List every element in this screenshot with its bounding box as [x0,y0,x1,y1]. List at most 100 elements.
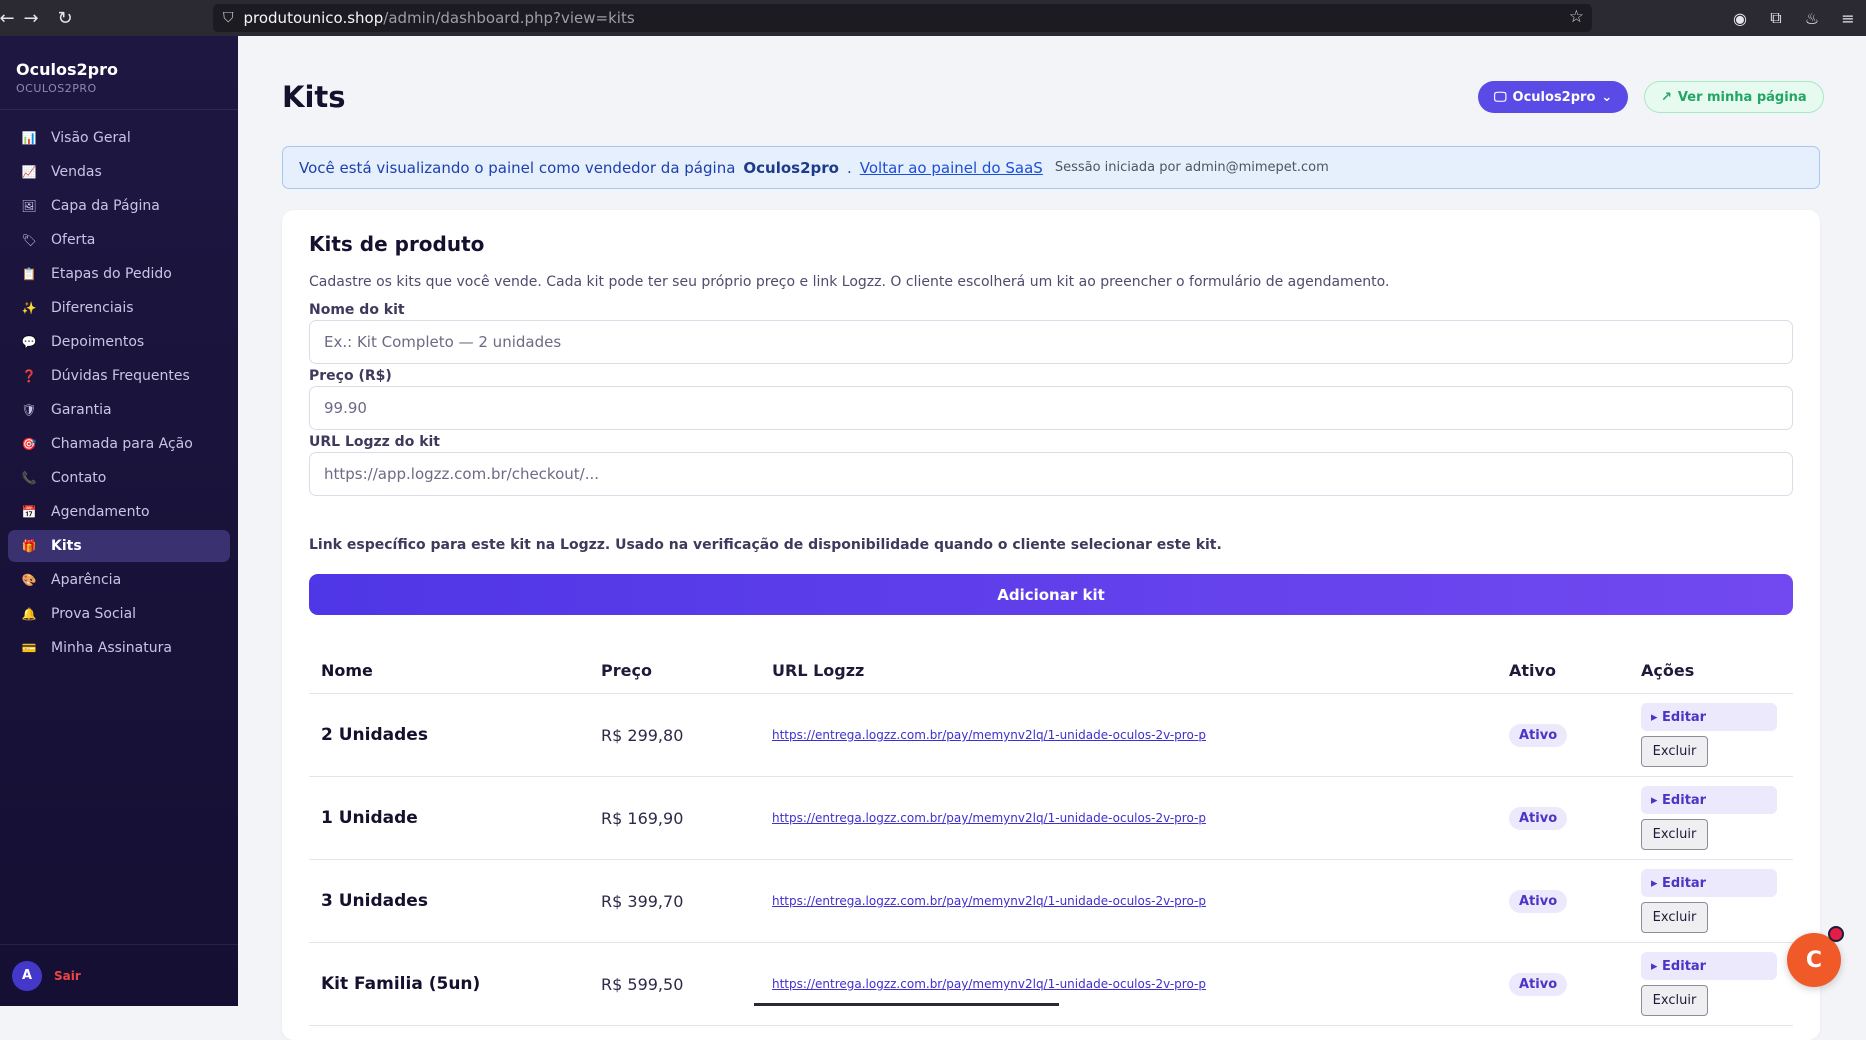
main-content: Kits 🖵 Oculos2pro ⌄ ↗ Ver minha página V… [238,36,1866,1040]
sidebar-item-label: Kits [51,538,82,554]
back-icon[interactable]: ← [0,0,15,36]
target-icon: 🎯 [21,437,37,451]
sidebar-item-label: Etapas do Pedido [51,266,172,282]
sidebar-item-label: Aparência [51,572,122,588]
page-title: Kits [282,80,346,114]
image-icon: 🖼 [21,199,37,213]
header-url: URL Logzz [772,661,865,680]
speech-bubble-icon: 💬 [21,335,37,349]
gift-icon: 🎁 [21,539,37,553]
header-name: Nome [321,661,373,680]
delete-button[interactable]: Excluir [1641,902,1708,933]
sidebar-item-kits[interactable]: 🎁 Kits [8,530,230,562]
table-row: 2 Unidades R$ 299,80 https://entrega.log… [309,694,1793,777]
firefox-view-icon[interactable]: ♨ [1794,9,1830,28]
session-info: Sessão iniciada por admin@mimepet.com [1054,160,1329,175]
shield-icon: 🛡 [21,403,37,417]
kit-price: R$ 169,90 [601,808,684,828]
delete-button[interactable]: Excluir [1641,819,1708,850]
sidebar-item-agendamento[interactable]: 📅 Agendamento [8,496,230,528]
trend-icon: 📈 [21,165,37,179]
sidebar-item-assinatura[interactable]: 💳 Minha Assinatura [8,632,230,664]
kit-url-link[interactable]: https://entrega.logzz.com.br/pay/memynv2… [760,977,1497,991]
card-icon: 💳 [21,641,37,655]
chevron-down-icon: ⌄ [1601,89,1613,105]
forward-icon[interactable]: → [14,0,48,36]
brand-subtitle: OCULOS2PRO [16,82,97,95]
question-icon: ❓ [21,369,37,383]
sidebar-item-diferenciais[interactable]: ✨ Diferenciais [8,292,230,324]
card-title: Kits de produto [309,232,485,256]
sidebar-item-etapas[interactable]: 📋 Etapas do Pedido [8,258,230,290]
sidebar-item-label: Chamada para Ação [51,436,193,452]
status-badge: Ativo [1509,806,1568,830]
sidebar-item-depoimentos[interactable]: 💬 Depoimentos [8,326,230,358]
sidebar-item-garantia[interactable]: 🛡 Garantia [8,394,230,426]
monitor-icon: 🖵 [1494,89,1507,105]
kit-url-link[interactable]: https://entrega.logzz.com.br/pay/memynv2… [760,811,1497,825]
sidebar-item-capa[interactable]: 🖼 Capa da Página [8,190,230,222]
kit-price: R$ 299,80 [601,725,684,745]
logout-link[interactable]: Sair [54,969,81,983]
sidebar-item-label: Diferenciais [51,300,134,316]
delete-button[interactable]: Excluir [1641,985,1708,1016]
kit-price: R$ 599,50 [601,974,684,994]
kit-name-input[interactable]: Ex.: Kit Completo — 2 unidades [309,320,1793,364]
notice-store-name: Oculos2pro [743,158,839,177]
calendar-icon: 📅 [21,505,37,519]
store-selector-button[interactable]: 🖵 Oculos2pro ⌄ [1478,81,1629,113]
view-page-button[interactable]: ↗ Ver minha página [1644,81,1824,113]
edit-button[interactable]: ▸ Editar [1641,869,1777,897]
address-bar[interactable]: ⛉ produtounico.shop/admin/dashboard.php?… [213,4,1592,32]
sidebar-item-label: Vendas [51,164,102,180]
back-to-saas-link[interactable]: Voltar ao painel do SaaS [860,159,1043,177]
sidebar-item-contato[interactable]: 📞 Contato [8,462,230,494]
palette-icon: 🎨 [21,573,37,587]
kits-card: Kits de produto Cadastre os kits que voc… [282,210,1820,1040]
kit-price-label: Preço (R$) [309,368,392,384]
sidebar: Oculos2pro OCULOS2PRO 📊 Visão Geral 📈 Vend… [0,36,238,1006]
edit-button[interactable]: ▸ Editar [1641,703,1777,731]
store-selector-label: Oculos2pro [1512,89,1596,105]
header-actions: Ações [1641,661,1695,680]
kit-price-input[interactable]: 99.90 [309,386,1793,430]
reload-icon[interactable]: ↻ [48,0,82,36]
delete-button[interactable]: Excluir [1641,736,1708,767]
url-path: /admin/dashboard.php?view=kits [383,9,635,27]
kit-url-link[interactable]: https://entrega.logzz.com.br/pay/memynv2… [760,728,1497,742]
table-row: 3 Unidades R$ 399,70 https://entrega.log… [309,860,1793,943]
menu-icon[interactable]: ≡ [1830,9,1866,28]
kit-url-link[interactable]: https://entrega.logzz.com.br/pay/memynv2… [760,894,1497,908]
sidebar-item-aparencia[interactable]: 🎨 Aparência [8,564,230,596]
sidebar-item-chamada[interactable]: 🎯 Chamada para Ação [8,428,230,460]
header-active: Ativo [1509,661,1556,680]
edit-button[interactable]: ▸ Editar [1641,786,1777,814]
sidebar-item-label: Depoimentos [51,334,145,350]
avatar[interactable]: A [12,960,42,991]
sidebar-item-prova-social[interactable]: 🔔 Prova Social [8,598,230,630]
status-badge: Ativo [1509,972,1568,996]
sidebar-item-duvidas[interactable]: ❓ Dúvidas Frequentes [8,360,230,392]
kit-name: Kit Familia (5un) [321,974,481,994]
edit-button[interactable]: ▸ Editar [1641,952,1777,980]
extensions-icon[interactable]: ⧉ [1758,8,1794,28]
sidebar-item-vendas[interactable]: 📈 Vendas [8,156,230,188]
status-badge: Ativo [1509,723,1568,747]
sidebar-item-label: Dúvidas Frequentes [51,368,190,384]
sidebar-item-oferta[interactable]: 🏷 Oferta [8,224,230,256]
url-host: produtounico.shop [243,9,384,27]
sidebar-item-visao-geral[interactable]: 📊 Visão Geral [8,122,230,154]
notice-dot: . [846,158,852,177]
sidebar-item-label: Prova Social [51,606,137,622]
account-icon[interactable]: ◉ [1722,9,1758,28]
browser-toolbar: ← → ↻ ⛉ produtounico.shop/admin/dashboar… [0,0,1866,36]
kit-url-input[interactable]: https://app.logzz.com.br/checkout/... [309,452,1793,496]
kit-name: 2 Unidades [321,725,428,745]
add-kit-button[interactable]: Adicionar kit [309,574,1793,615]
table-row: Kit Familia (5un) R$ 599,50 https://entr… [309,943,1793,1026]
bookmark-star-icon[interactable]: ☆ [1569,7,1584,27]
table-row: 1 Unidade R$ 169,90 https://entrega.logz… [309,777,1793,860]
site-info-icon[interactable]: ⛉ [223,10,234,26]
sidebar-footer: A Sair [0,944,238,1006]
bell-icon: 🔔 [21,607,37,621]
